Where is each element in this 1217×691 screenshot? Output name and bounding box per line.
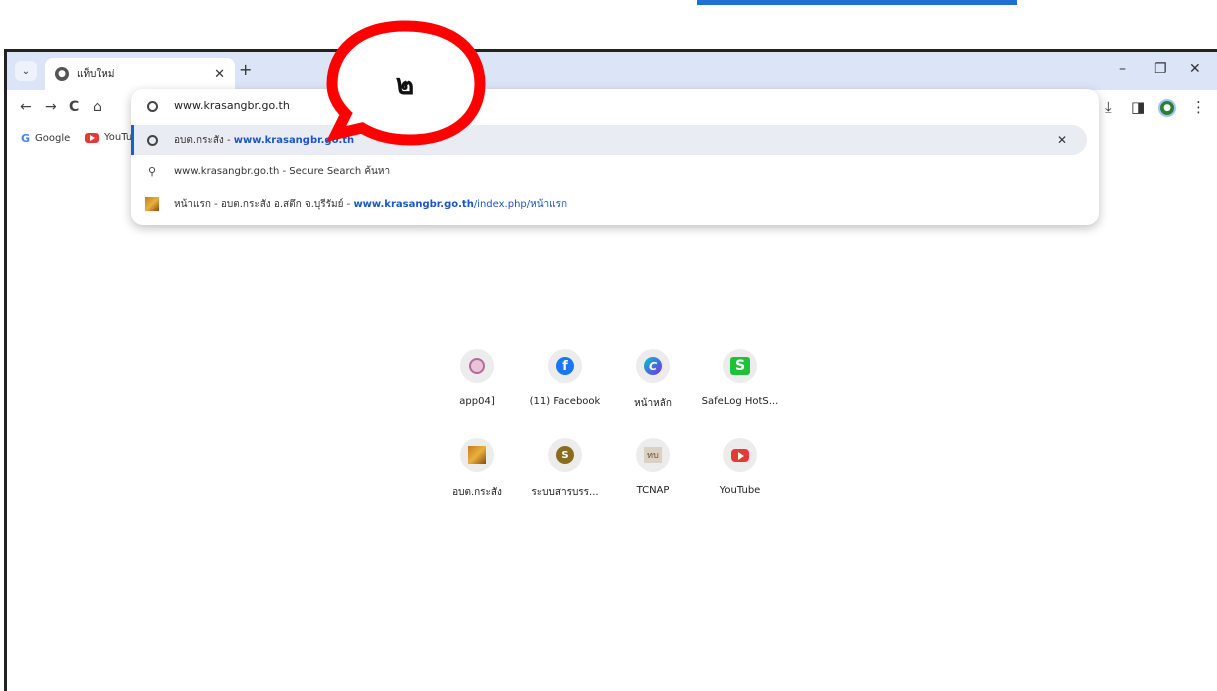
globe-icon: ●: [55, 67, 69, 81]
tab-strip: ⌄ ● แท็บใหม่ ✕ + – ❐ ✕: [7, 52, 1217, 90]
shortcut-tile[interactable]: S ระบบสารบรร...: [522, 438, 608, 500]
close-window-button[interactable]: ✕: [1189, 61, 1201, 77]
browser-window: ⌄ ● แท็บใหม่ ✕ + – ❐ ✕ ← → C ⌂ ⤓ ◨ ● ⋮ G…: [4, 49, 1217, 691]
shortcut-label: SafeLog HotS...: [701, 396, 779, 407]
side-panel-icon[interactable]: ◨: [1131, 98, 1145, 116]
new-tab-button[interactable]: +: [239, 60, 252, 79]
seal-icon: [469, 358, 485, 374]
shortcut-label: (11) Facebook: [529, 396, 601, 407]
omnibox-dropdown: www.krasangbr.go.th อบต.กระสัง - www.kra…: [131, 89, 1099, 225]
shortcut-tile[interactable]: S SafeLog HotS...: [697, 349, 783, 407]
forward-button[interactable]: →: [45, 99, 57, 115]
shortcut-tile[interactable]: app04]: [434, 349, 520, 407]
shortcut-tile[interactable]: C หน้าหลัก: [610, 349, 696, 411]
shortcut-label: YouTube: [719, 485, 761, 496]
site-thumbnail-icon: [145, 197, 159, 211]
photo-icon: [468, 446, 486, 464]
shortcut-label: ระบบสารบรร...: [531, 487, 599, 498]
suggestion-item[interactable]: ⚲ www.krasangbr.go.th - Secure Search ค้…: [131, 156, 1099, 186]
facebook-icon: f: [556, 357, 574, 375]
shortcut-label: อบต.กระสัง: [452, 487, 502, 498]
top-accent-bar: [697, 0, 1017, 5]
suggestion-item[interactable]: หน้าแรก - อบต.กระสัง อ.สตึก จ.บุรีรัมย์ …: [131, 189, 1099, 219]
bookmark-google[interactable]: G Google: [21, 132, 70, 145]
suggestion-text: หน้าแรก - อบต.กระสัง อ.สตึก จ.บุรีรัมย์ …: [174, 198, 568, 210]
selection-indicator: [131, 125, 134, 155]
tab-close-icon[interactable]: ✕: [214, 67, 225, 82]
omnibox[interactable]: www.krasangbr.go.th: [131, 89, 1099, 123]
minimize-button[interactable]: –: [1119, 61, 1126, 77]
suggestion-text: อบต.กระสัง - www.krasangbr.go.th: [174, 134, 355, 146]
safelog-icon: S: [730, 357, 750, 375]
tab-new-tab[interactable]: ● แท็บใหม่ ✕: [45, 58, 235, 90]
youtube-icon: [731, 448, 749, 462]
omnibox-input[interactable]: www.krasangbr.go.th: [174, 99, 290, 112]
back-button[interactable]: ←: [20, 99, 32, 115]
shortcut-tile[interactable]: ทบ TCNAP: [610, 438, 696, 496]
shortcut-tile[interactable]: f (11) Facebook: [522, 349, 608, 407]
chevron-down-icon: ⌄: [21, 65, 31, 77]
remove-suggestion-icon[interactable]: ✕: [1057, 133, 1067, 147]
globe-icon: [145, 99, 159, 113]
bookmark-label: Google: [35, 133, 71, 144]
shortcut-tile[interactable]: อบต.กระสัง: [434, 438, 520, 500]
search-icon: ⚲: [147, 164, 157, 178]
shortcut-tile[interactable]: YouTube: [697, 438, 783, 496]
youtube-icon: [85, 132, 99, 143]
reload-button[interactable]: C: [69, 99, 79, 115]
profile-avatar[interactable]: ●: [1158, 99, 1176, 117]
restore-button[interactable]: ❐: [1154, 61, 1167, 77]
tcnap-icon: ทบ: [644, 447, 662, 463]
step-number: ๒: [395, 68, 415, 101]
home-button[interactable]: ⌂: [93, 99, 102, 115]
tab-title: แท็บใหม่: [77, 68, 115, 80]
suggestion-item[interactable]: อบต.กระสัง - www.krasangbr.go.th ✕: [131, 125, 1087, 155]
globe-icon: [145, 133, 159, 147]
coin-icon: S: [556, 446, 574, 464]
canva-icon: C: [644, 357, 662, 375]
tab-search-button[interactable]: ⌄: [15, 61, 37, 81]
menu-icon[interactable]: ⋮: [1191, 98, 1206, 116]
shortcut-label: หน้าหลัก: [634, 398, 672, 409]
google-icon: G: [21, 132, 31, 145]
shortcut-label: TCNAP: [636, 485, 670, 496]
shortcut-label: app04]: [459, 396, 495, 407]
download-icon[interactable]: ⤓: [1105, 98, 1112, 116]
suggestion-text: www.krasangbr.go.th - Secure Search ค้นห…: [174, 165, 391, 177]
